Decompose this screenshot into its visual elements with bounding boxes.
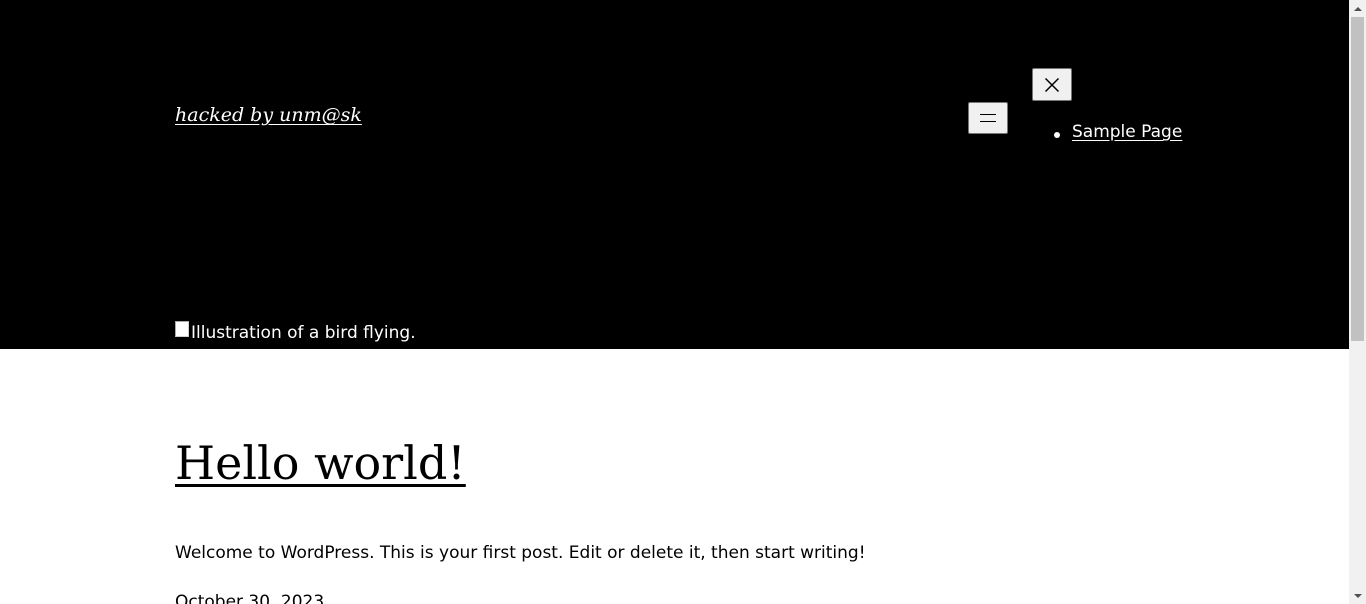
post-title: Hello world! [175,436,466,491]
post-date: October 30, 2023 [175,592,325,604]
vertical-scrollbar[interactable] [1349,0,1366,604]
scrollbar-thumb[interactable] [1351,17,1364,341]
nav-bullet [1054,132,1060,138]
scroll-up-button[interactable] [1349,0,1366,17]
post-excerpt: Welcome to WordPress. This is your first… [175,543,866,563]
bird-illustration-image: Illustration of a bird flying. [175,320,416,343]
nav-item-sample-page: Sample Page [1054,122,1182,142]
primary-nav: Sample Page [1054,122,1182,142]
sample-page-link[interactable]: Sample Page [1072,122,1182,142]
site-title-link[interactable]: hacked by unm@sk [175,104,362,126]
site-header: hacked by unm@sk Sample Page Illustratio… [0,0,1349,349]
close-icon [1044,77,1060,92]
scroll-down-button[interactable] [1349,587,1366,604]
arrow-down-icon [1353,593,1362,598]
image-alt-text: Illustration of a bird flying. [191,323,416,343]
post-title-link[interactable]: Hello world! [175,436,466,490]
arrow-up-icon [1353,6,1362,11]
broken-image-icon [175,321,189,337]
close-menu-button[interactable] [1032,68,1072,101]
open-menu-button[interactable] [968,102,1008,134]
hamburger-icon [980,114,996,122]
